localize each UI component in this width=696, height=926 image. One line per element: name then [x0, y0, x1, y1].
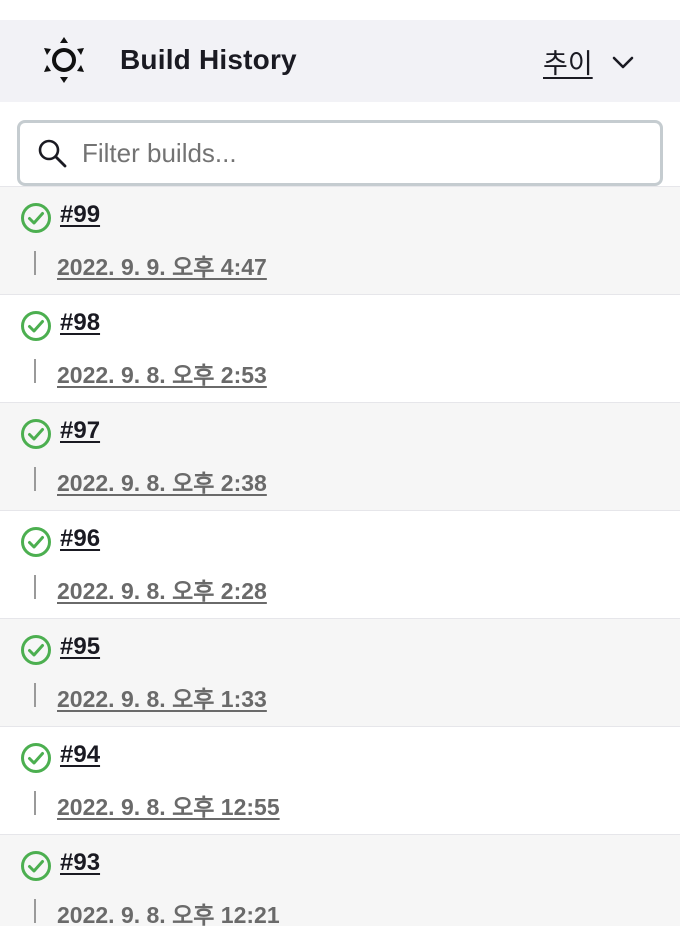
search-container: [0, 102, 680, 186]
trend-link[interactable]: 추이: [543, 42, 593, 81]
build-row: #97 2022. 9. 8. 오후 2:38: [0, 403, 680, 511]
build-row: #95 2022. 9. 8. 오후 1:33: [0, 619, 680, 727]
build-row: #94 2022. 9. 8. 오후 12:55: [0, 727, 680, 835]
row-divider: [34, 575, 36, 599]
chevron-down-icon[interactable]: [611, 50, 635, 74]
build-row: #98 2022. 9. 8. 오후 2:53: [0, 295, 680, 403]
build-number-link[interactable]: #99: [60, 201, 100, 229]
build-number-link[interactable]: #95: [60, 633, 100, 661]
filter-builds-input[interactable]: [80, 136, 604, 170]
jenkins-gear-icon: [44, 37, 84, 83]
build-number-link[interactable]: #94: [60, 741, 100, 769]
build-history-header: Build History 추이: [0, 20, 680, 102]
success-check-icon: [21, 203, 51, 233]
build-time-link[interactable]: 2022. 9. 9. 오후 4:47: [57, 248, 267, 282]
build-row: #93 2022. 9. 8. 오후 12:21: [0, 835, 680, 926]
build-history-panel: Build History 추이 #99 2022. 9. 9. 오후 4:47: [0, 20, 680, 926]
row-divider: [34, 359, 36, 383]
build-number-link[interactable]: #98: [60, 309, 100, 337]
build-row: #96 2022. 9. 8. 오후 2:28: [0, 511, 680, 619]
row-divider: [34, 467, 36, 491]
build-time-link[interactable]: 2022. 9. 8. 오후 12:55: [57, 788, 280, 822]
build-time-link[interactable]: 2022. 9. 8. 오후 1:33: [57, 680, 267, 714]
success-check-icon: [21, 311, 51, 341]
row-divider: [34, 791, 36, 815]
build-time-link[interactable]: 2022. 9. 8. 오후 12:21: [57, 896, 280, 926]
row-divider: [34, 899, 36, 923]
build-time-link[interactable]: 2022. 9. 8. 오후 2:38: [57, 464, 267, 498]
page-title: Build History: [120, 44, 297, 75]
filter-box[interactable]: [17, 120, 663, 186]
success-check-icon: [21, 743, 51, 773]
build-time-link[interactable]: 2022. 9. 8. 오후 2:28: [57, 572, 267, 606]
success-check-icon: [21, 851, 51, 881]
build-number-link[interactable]: #96: [60, 525, 100, 553]
success-check-icon: [21, 635, 51, 665]
build-list: #99 2022. 9. 9. 오후 4:47 #98 2022. 9. 8. …: [0, 186, 680, 926]
success-check-icon: [21, 419, 51, 449]
build-number-link[interactable]: #93: [60, 849, 100, 877]
row-divider: [34, 251, 36, 275]
build-row: #99 2022. 9. 9. 오후 4:47: [0, 187, 680, 295]
build-time-link[interactable]: 2022. 9. 8. 오후 2:53: [57, 356, 267, 390]
success-check-icon: [21, 527, 51, 557]
search-icon: [38, 139, 67, 168]
trend-dropdown[interactable]: 추이: [543, 42, 635, 81]
build-number-link[interactable]: #97: [60, 417, 100, 445]
row-divider: [34, 683, 36, 707]
